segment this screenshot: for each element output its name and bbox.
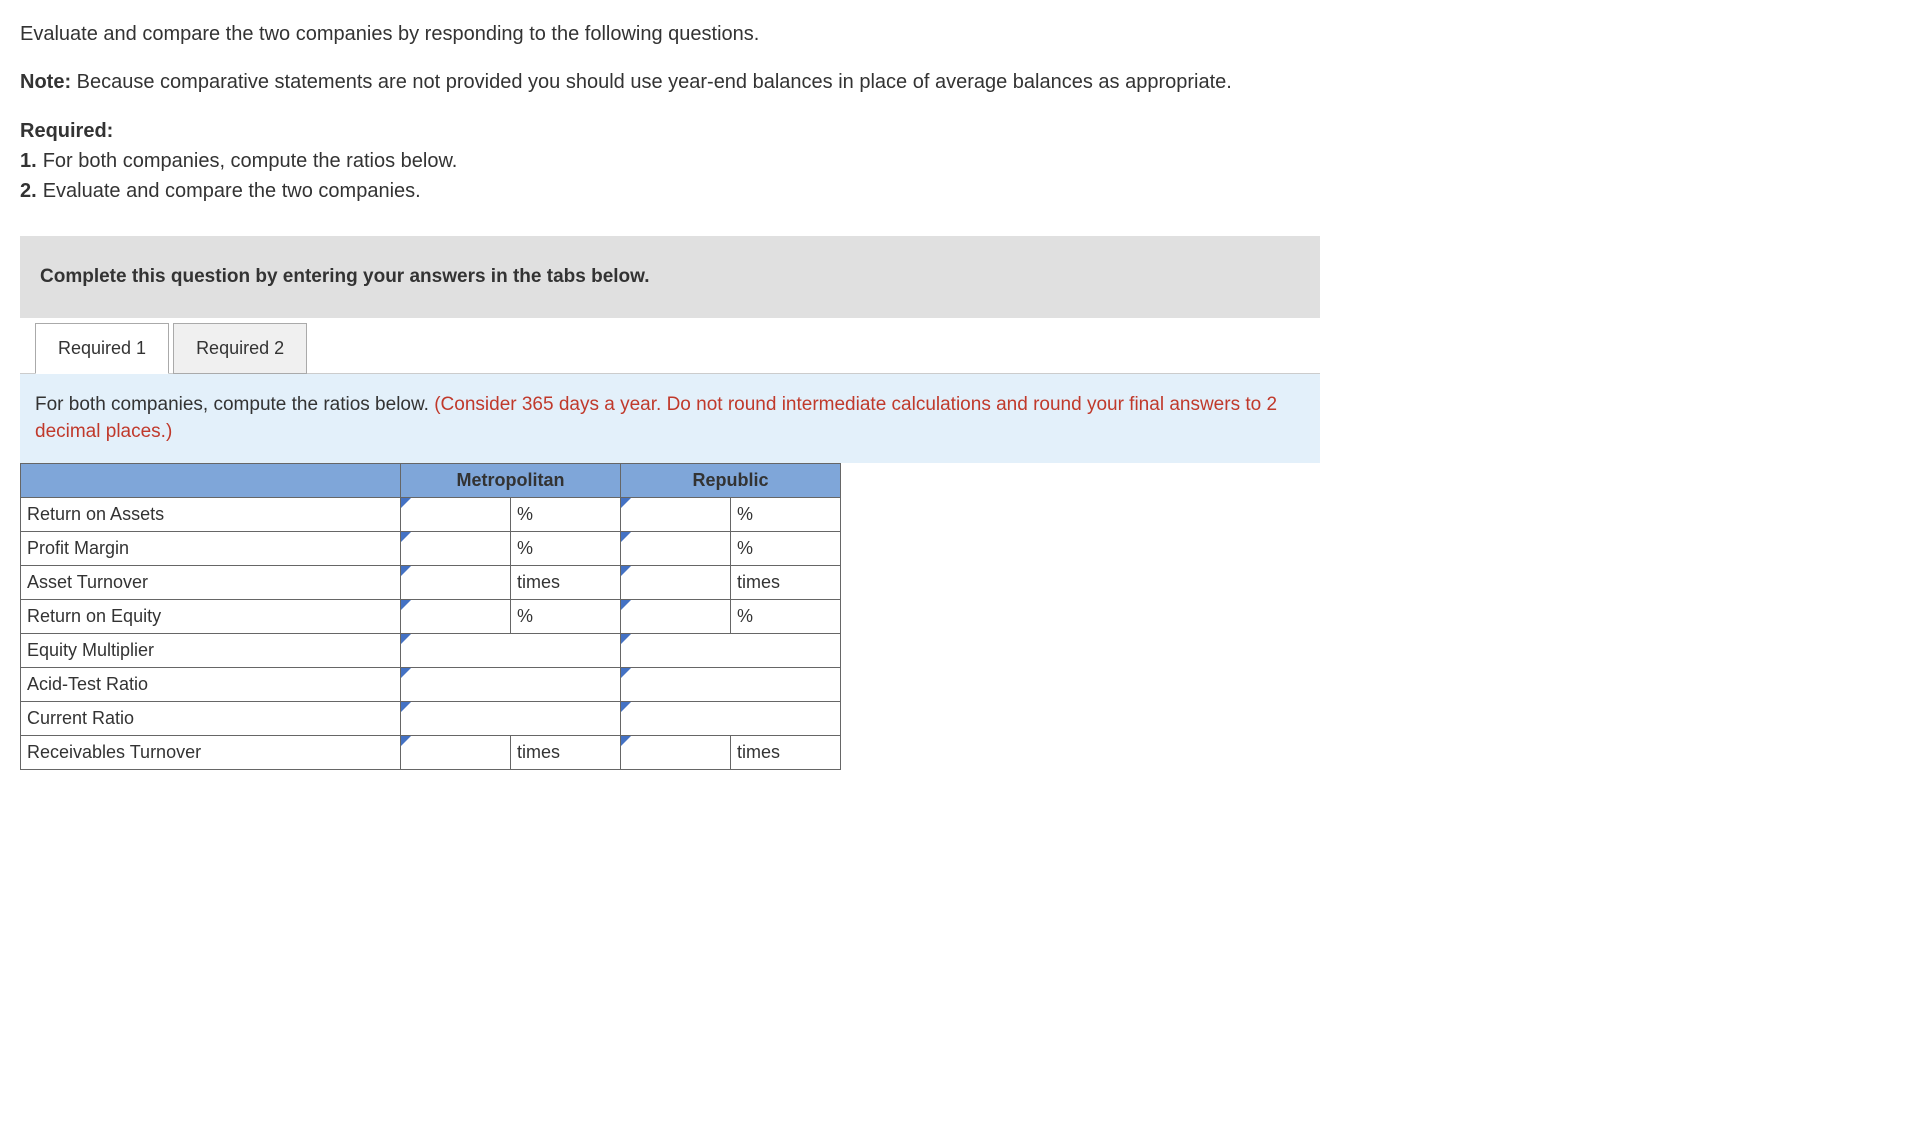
note-label: Note: (20, 71, 71, 93)
header-metropolitan: Metropolitan (401, 464, 621, 498)
republic-input[interactable] (621, 702, 841, 736)
republic-input[interactable] (621, 498, 731, 532)
republic-unit: % (731, 532, 841, 566)
tab-required-1[interactable]: Required 1 (35, 323, 169, 374)
corner-marker-icon (621, 668, 631, 678)
required-item-1: 1. For both companies, compute the ratio… (20, 146, 1900, 176)
republic-input[interactable] (621, 634, 841, 668)
table-body: Return on Assets % % Profit Margin % % A… (21, 498, 841, 770)
metro-input[interactable] (401, 600, 511, 634)
row-label: Current Ratio (21, 702, 401, 736)
row-label: Asset Turnover (21, 566, 401, 600)
corner-marker-icon (621, 566, 631, 576)
tab-content: For both companies, compute the ratios b… (20, 373, 1320, 463)
tab-required-2[interactable]: Required 2 (173, 323, 307, 374)
metro-input[interactable] (401, 566, 511, 600)
corner-marker-icon (401, 566, 411, 576)
republic-input[interactable] (621, 668, 841, 702)
republic-input[interactable] (621, 566, 731, 600)
row-label: Return on Equity (21, 600, 401, 634)
corner-marker-icon (621, 736, 631, 746)
metro-input[interactable] (401, 532, 511, 566)
required-item-2: 2. Evaluate and compare the two companie… (20, 176, 1900, 206)
republic-unit: times (731, 736, 841, 770)
table-row: Profit Margin % % (21, 532, 841, 566)
header-republic: Republic (621, 464, 841, 498)
corner-marker-icon (401, 702, 411, 712)
tab-content-main: For both companies, compute the ratios b… (35, 394, 434, 415)
metro-input[interactable] (401, 668, 621, 702)
metro-unit: times (511, 566, 621, 600)
metro-input[interactable] (401, 736, 511, 770)
metro-input[interactable] (401, 498, 511, 532)
required-section: Required: 1. For both companies, compute… (20, 116, 1900, 206)
required-text-1: For both companies, compute the ratios b… (43, 146, 458, 176)
corner-marker-icon (401, 736, 411, 746)
required-number-2: 2. (20, 176, 37, 206)
row-label: Return on Assets (21, 498, 401, 532)
intro-text: Evaluate and compare the two companies b… (20, 20, 1900, 48)
table-row: Return on Equity % % (21, 600, 841, 634)
corner-marker-icon (621, 634, 631, 644)
table-row: Acid-Test Ratio (21, 668, 841, 702)
header-spacer (21, 464, 401, 498)
metro-input[interactable] (401, 702, 621, 736)
note-text: Because comparative statements are not p… (71, 71, 1232, 93)
instruction-banner: Complete this question by entering your … (20, 236, 1320, 318)
corner-marker-icon (401, 532, 411, 542)
metro-input[interactable] (401, 634, 621, 668)
table-row: Equity Multiplier (21, 634, 841, 668)
table-row: Asset Turnover times times (21, 566, 841, 600)
corner-marker-icon (401, 498, 411, 508)
required-text-2: Evaluate and compare the two companies. (43, 176, 421, 206)
required-label: Required: (20, 116, 1900, 146)
row-label: Profit Margin (21, 532, 401, 566)
corner-marker-icon (621, 600, 631, 610)
corner-marker-icon (621, 498, 631, 508)
tabs-container: Required 1 Required 2 (20, 323, 1320, 374)
corner-marker-icon (621, 702, 631, 712)
corner-marker-icon (401, 600, 411, 610)
row-label: Receivables Turnover (21, 736, 401, 770)
metro-unit: % (511, 600, 621, 634)
corner-marker-icon (401, 634, 411, 644)
note-section: Note: Because comparative statements are… (20, 68, 1900, 96)
republic-input[interactable] (621, 736, 731, 770)
required-number-1: 1. (20, 146, 37, 176)
row-label: Acid-Test Ratio (21, 668, 401, 702)
ratio-table: Metropolitan Republic Return on Assets %… (20, 463, 841, 770)
metro-unit: times (511, 736, 621, 770)
republic-input[interactable] (621, 600, 731, 634)
metro-unit: % (511, 498, 621, 532)
metro-unit: % (511, 532, 621, 566)
table-row: Current Ratio (21, 702, 841, 736)
table-row: Receivables Turnover times times (21, 736, 841, 770)
republic-unit: times (731, 566, 841, 600)
table-row: Return on Assets % % (21, 498, 841, 532)
republic-unit: % (731, 498, 841, 532)
corner-marker-icon (621, 532, 631, 542)
row-label: Equity Multiplier (21, 634, 401, 668)
republic-input[interactable] (621, 532, 731, 566)
corner-marker-icon (401, 668, 411, 678)
republic-unit: % (731, 600, 841, 634)
